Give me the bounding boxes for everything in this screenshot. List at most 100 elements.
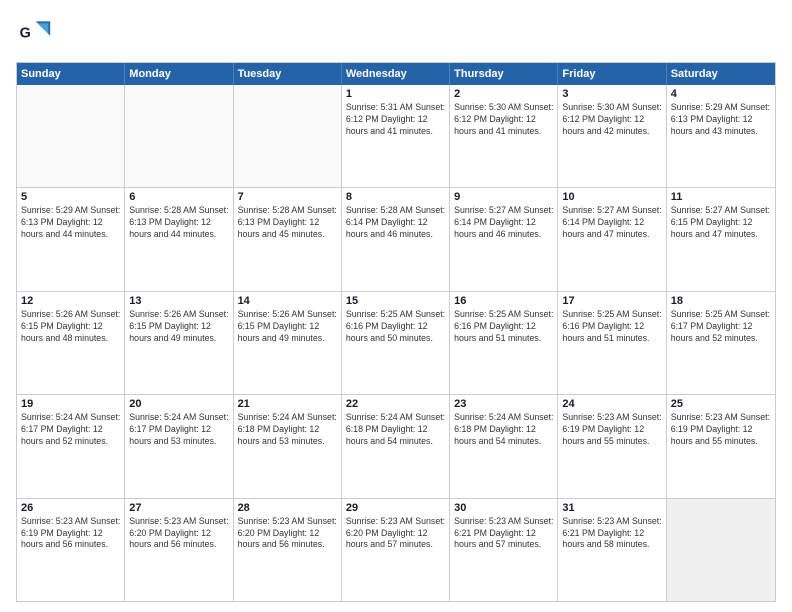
calendar-row-5: 26 Sunrise: 5:23 AM Sunset: 6:19 PM Dayli… <box>17 498 775 601</box>
calendar-cell: 4 Sunrise: 5:29 AM Sunset: 6:13 PM Daylig… <box>667 85 775 187</box>
calendar-cell: 26 Sunrise: 5:23 AM Sunset: 6:19 PM Dayli… <box>17 499 125 601</box>
calendar-row-2: 5 Sunrise: 5:29 AM Sunset: 6:13 PM Daylig… <box>17 187 775 290</box>
day-info: Sunrise: 5:23 AM Sunset: 6:21 PM Dayligh… <box>562 516 661 552</box>
day-info: Sunrise: 5:23 AM Sunset: 6:20 PM Dayligh… <box>238 516 337 552</box>
calendar-cell <box>17 85 125 187</box>
day-number: 8 <box>346 191 445 203</box>
day-number: 12 <box>21 295 120 307</box>
day-info: Sunrise: 5:24 AM Sunset: 6:17 PM Dayligh… <box>129 412 228 448</box>
day-number: 1 <box>346 88 445 100</box>
day-number: 23 <box>454 398 553 410</box>
calendar-cell: 24 Sunrise: 5:23 AM Sunset: 6:19 PM Dayli… <box>558 395 666 497</box>
weekday-header-thursday: Thursday <box>450 63 558 85</box>
weekday-header-tuesday: Tuesday <box>234 63 342 85</box>
day-info: Sunrise: 5:28 AM Sunset: 6:14 PM Dayligh… <box>346 205 445 241</box>
day-info: Sunrise: 5:29 AM Sunset: 6:13 PM Dayligh… <box>21 205 120 241</box>
logo: G <box>16 16 56 52</box>
day-number: 27 <box>129 502 228 514</box>
calendar-cell: 13Sunrise: 5:26 AM Sunset: 6:15 PM Dayli… <box>125 292 233 394</box>
calendar-cell: 19 Sunrise: 5:24 AM Sunset: 6:17 PM Dayli… <box>17 395 125 497</box>
day-info: Sunrise: 5:29 AM Sunset: 6:13 PM Dayligh… <box>671 102 771 138</box>
calendar-cell: 25 Sunrise: 5:23 AM Sunset: 6:19 PM Dayli… <box>667 395 775 497</box>
day-info: Sunrise: 5:23 AM Sunset: 6:21 PM Dayligh… <box>454 516 553 552</box>
calendar-header: SundayMondayTuesdayWednesdayThursdayFrid… <box>17 63 775 85</box>
calendar-cell: 6 Sunrise: 5:28 AM Sunset: 6:13 PM Daylig… <box>125 188 233 290</box>
calendar-cell: 9Sunrise: 5:27 AM Sunset: 6:14 PM Daylig… <box>450 188 558 290</box>
calendar-cell <box>667 499 775 601</box>
calendar-cell: 22 Sunrise: 5:24 AM Sunset: 6:18 PM Dayli… <box>342 395 450 497</box>
weekday-header-monday: Monday <box>125 63 233 85</box>
calendar-cell: 5 Sunrise: 5:29 AM Sunset: 6:13 PM Daylig… <box>17 188 125 290</box>
day-number: 25 <box>671 398 771 410</box>
day-info: Sunrise: 5:23 AM Sunset: 6:20 PM Dayligh… <box>129 516 228 552</box>
day-info: Sunrise: 5:25 AM Sunset: 6:16 PM Dayligh… <box>454 309 553 345</box>
calendar-cell: 17 Sunrise: 5:25 AM Sunset: 6:16 PM Dayli… <box>558 292 666 394</box>
day-number: 3 <box>562 88 661 100</box>
day-number: 17 <box>562 295 661 307</box>
day-number: 22 <box>346 398 445 410</box>
day-number: 5 <box>21 191 120 203</box>
day-number: 31 <box>562 502 661 514</box>
calendar: SundayMondayTuesdayWednesdayThursdayFrid… <box>16 62 776 602</box>
day-info: Sunrise: 5:25 AM Sunset: 6:16 PM Dayligh… <box>562 309 661 345</box>
day-number: 15 <box>346 295 445 307</box>
calendar-cell: 21 Sunrise: 5:24 AM Sunset: 6:18 PM Dayli… <box>234 395 342 497</box>
day-info: Sunrise: 5:25 AM Sunset: 6:16 PM Dayligh… <box>346 309 445 345</box>
weekday-header-wednesday: Wednesday <box>342 63 450 85</box>
weekday-header-saturday: Saturday <box>667 63 775 85</box>
day-number: 18 <box>671 295 771 307</box>
calendar-cell <box>234 85 342 187</box>
calendar-cell: 16 Sunrise: 5:25 AM Sunset: 6:16 PM Dayli… <box>450 292 558 394</box>
day-number: 14 <box>238 295 337 307</box>
day-number: 21 <box>238 398 337 410</box>
day-info: Sunrise: 5:23 AM Sunset: 6:19 PM Dayligh… <box>671 412 771 448</box>
day-info: Sunrise: 5:25 AM Sunset: 6:17 PM Dayligh… <box>671 309 771 345</box>
calendar-cell: 8 Sunrise: 5:28 AM Sunset: 6:14 PM Daylig… <box>342 188 450 290</box>
calendar-cell: 29Sunrise: 5:23 AM Sunset: 6:20 PM Dayli… <box>342 499 450 601</box>
calendar-cell: 3Sunrise: 5:30 AM Sunset: 6:12 PM Daylig… <box>558 85 666 187</box>
day-info: Sunrise: 5:23 AM Sunset: 6:19 PM Dayligh… <box>21 516 120 552</box>
day-info: Sunrise: 5:28 AM Sunset: 6:13 PM Dayligh… <box>129 205 228 241</box>
calendar-cell: 18 Sunrise: 5:25 AM Sunset: 6:17 PM Dayli… <box>667 292 775 394</box>
calendar-cell <box>125 85 233 187</box>
day-info: Sunrise: 5:24 AM Sunset: 6:18 PM Dayligh… <box>346 412 445 448</box>
calendar-row-3: 12 Sunrise: 5:26 AM Sunset: 6:15 PM Dayli… <box>17 291 775 394</box>
calendar-cell: 10 Sunrise: 5:27 AM Sunset: 6:14 PM Dayli… <box>558 188 666 290</box>
day-number: 6 <box>129 191 228 203</box>
day-info: Sunrise: 5:27 AM Sunset: 6:14 PM Dayligh… <box>562 205 661 241</box>
calendar-row-1: 1 Sunrise: 5:31 AM Sunset: 6:12 PM Daylig… <box>17 85 775 187</box>
day-number: 2 <box>454 88 553 100</box>
day-number: 16 <box>454 295 553 307</box>
day-number: 30 <box>454 502 553 514</box>
day-number: 10 <box>562 191 661 203</box>
day-info: Sunrise: 5:26 AM Sunset: 6:15 PM Dayligh… <box>129 309 228 345</box>
calendar-cell: 27 Sunrise: 5:23 AM Sunset: 6:20 PM Dayli… <box>125 499 233 601</box>
svg-text:G: G <box>20 26 31 42</box>
day-info: Sunrise: 5:24 AM Sunset: 6:17 PM Dayligh… <box>21 412 120 448</box>
logo-icon: G <box>16 16 52 52</box>
day-number: 26 <box>21 502 120 514</box>
day-number: 7 <box>238 191 337 203</box>
calendar-cell: 12 Sunrise: 5:26 AM Sunset: 6:15 PM Dayli… <box>17 292 125 394</box>
calendar-cell: 15 Sunrise: 5:25 AM Sunset: 6:16 PM Dayli… <box>342 292 450 394</box>
day-number: 20 <box>129 398 228 410</box>
calendar-cell: 20 Sunrise: 5:24 AM Sunset: 6:17 PM Dayli… <box>125 395 233 497</box>
day-info: Sunrise: 5:23 AM Sunset: 6:19 PM Dayligh… <box>562 412 661 448</box>
day-info: Sunrise: 5:24 AM Sunset: 6:18 PM Dayligh… <box>238 412 337 448</box>
calendar-cell: 1 Sunrise: 5:31 AM Sunset: 6:12 PM Daylig… <box>342 85 450 187</box>
day-info: Sunrise: 5:27 AM Sunset: 6:14 PM Dayligh… <box>454 205 553 241</box>
weekday-header-friday: Friday <box>558 63 666 85</box>
day-number: 4 <box>671 88 771 100</box>
day-info: Sunrise: 5:28 AM Sunset: 6:13 PM Dayligh… <box>238 205 337 241</box>
day-number: 24 <box>562 398 661 410</box>
calendar-cell: 23Sunrise: 5:24 AM Sunset: 6:18 PM Dayli… <box>450 395 558 497</box>
calendar-cell: 14Sunrise: 5:26 AM Sunset: 6:15 PM Dayli… <box>234 292 342 394</box>
day-info: Sunrise: 5:30 AM Sunset: 6:12 PM Dayligh… <box>454 102 553 138</box>
page: G SundayMondayTuesdayWednesdayThursdayFr… <box>0 0 792 612</box>
day-info: Sunrise: 5:26 AM Sunset: 6:15 PM Dayligh… <box>21 309 120 345</box>
day-info: Sunrise: 5:31 AM Sunset: 6:12 PM Dayligh… <box>346 102 445 138</box>
day-number: 28 <box>238 502 337 514</box>
day-number: 19 <box>21 398 120 410</box>
calendar-cell: 7 Sunrise: 5:28 AM Sunset: 6:13 PM Daylig… <box>234 188 342 290</box>
calendar-cell: 31 Sunrise: 5:23 AM Sunset: 6:21 PM Dayli… <box>558 499 666 601</box>
